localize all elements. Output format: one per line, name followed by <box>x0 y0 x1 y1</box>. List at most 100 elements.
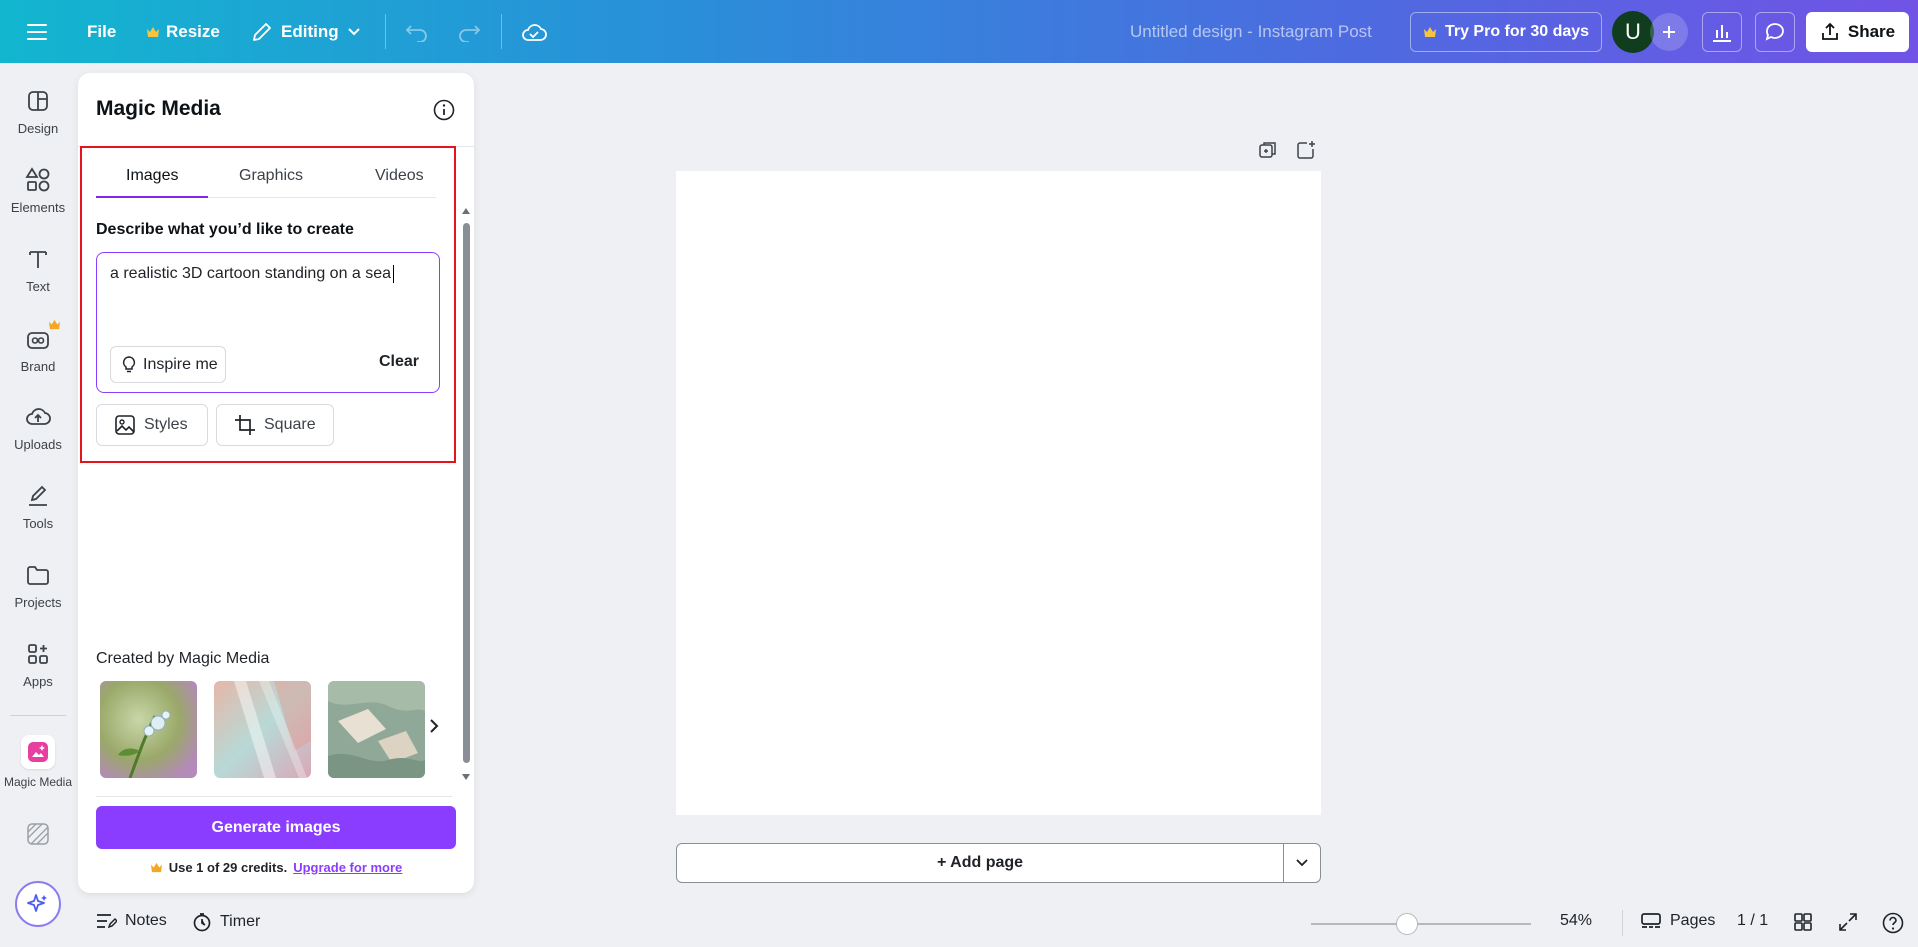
sparkle-icon <box>27 894 47 912</box>
scroll-up-arrow-icon <box>462 208 470 214</box>
sidebar-label: Tools <box>22 516 54 531</box>
magic-assistant-button[interactable] <box>15 881 61 927</box>
grid-view-icon <box>1794 913 1812 931</box>
created-section-label: Created by Magic Media <box>96 650 270 667</box>
example-thumbnail[interactable] <box>328 681 425 778</box>
sidebar-divider <box>10 715 66 716</box>
sidebar-item-uploads[interactable]: Uploads <box>0 403 76 452</box>
info-button[interactable] <box>433 99 455 121</box>
sidebar-label: Magic Media <box>3 775 73 789</box>
zoom-label: 54% <box>1560 912 1593 929</box>
example-thumbnail[interactable] <box>214 681 311 778</box>
sidebar-label: Apps <box>23 674 53 689</box>
toolbar-divider <box>385 14 386 49</box>
resize-label: Resize <box>166 21 220 41</box>
page-counter[interactable]: 1 / 1 <box>1737 912 1768 930</box>
example-thumbnail[interactable] <box>100 681 197 778</box>
apps-grid-icon <box>24 640 52 668</box>
invite-button[interactable] <box>1650 13 1688 51</box>
zoom-level[interactable]: 54% <box>1560 912 1592 930</box>
sidebar-label: Text <box>26 279 50 294</box>
brand-icon <box>24 319 60 353</box>
timer-button[interactable]: Timer <box>192 912 260 932</box>
sidebar-label: Uploads <box>14 437 62 452</box>
top-toolbar: File Resize Editing Untitled design - In… <box>0 0 1918 63</box>
zoom-slider-handle[interactable] <box>1396 913 1418 935</box>
text-icon <box>24 245 52 273</box>
shapes-icon <box>24 166 52 194</box>
sidebar-item-apps[interactable]: Apps <box>0 640 76 689</box>
sidebar-item-elements[interactable]: Elements <box>0 166 76 215</box>
redo-button[interactable] <box>457 0 481 63</box>
pencil-icon <box>253 22 271 41</box>
magic-media-panel: Magic Media Images Graphics Videos Descr… <box>78 73 474 893</box>
try-pro-label: Try Pro for 30 days <box>1444 23 1590 40</box>
marble-stones-image <box>328 681 425 778</box>
avatar-initial: U <box>1625 19 1641 44</box>
timer-label: Timer <box>220 913 261 930</box>
zoom-slider-track[interactable] <box>1311 923 1531 925</box>
save-status-button[interactable] <box>521 0 547 63</box>
grid-view-button[interactable] <box>1793 912 1813 932</box>
undo-button[interactable] <box>405 0 429 63</box>
crown-icon <box>147 26 159 37</box>
sidebar-item-design[interactable]: Design <box>0 87 76 136</box>
credits-info: Use 1 of 29 credits. Upgrade for more <box>78 860 474 875</box>
credits-text: Use 1 of 29 credits. <box>168 860 288 875</box>
timer-icon <box>193 913 211 932</box>
try-pro-button[interactable]: Try Pro for 30 days <box>1410 12 1602 52</box>
carousel-next-button[interactable] <box>428 718 440 734</box>
notes-icon <box>97 914 117 929</box>
sidebar-label: Projects <box>14 595 62 610</box>
document-title[interactable]: Untitled design - Instagram Post <box>1130 0 1372 63</box>
cloud-check-icon <box>522 23 547 41</box>
editing-mode-button[interactable]: Editing <box>251 0 361 63</box>
duplicate-icon <box>1259 142 1276 158</box>
sidebar-item-text[interactable]: Text <box>0 245 76 294</box>
add-page-dropdown[interactable] <box>1283 843 1321 883</box>
cloud-upload-icon <box>24 403 52 431</box>
magic-media-icon <box>21 735 55 769</box>
notes-button[interactable]: Notes <box>95 912 167 930</box>
left-sidebar: Design Elements Text Brand Uploads Tools… <box>0 63 76 947</box>
fullscreen-button[interactable] <box>1838 912 1858 932</box>
crown-icon <box>150 862 162 873</box>
sidebar-item-tools[interactable]: Tools <box>0 482 76 531</box>
upgrade-link[interactable]: Upgrade for more <box>293 860 402 875</box>
help-icon <box>1882 912 1904 934</box>
user-avatar[interactable]: U <box>1612 11 1654 53</box>
redo-icon <box>459 24 481 42</box>
design-canvas[interactable] <box>676 171 1321 815</box>
resize-button[interactable]: Resize <box>146 0 220 63</box>
insights-button[interactable] <box>1702 12 1742 52</box>
pages-button[interactable]: Pages <box>1640 912 1715 930</box>
sidebar-item-background[interactable] <box>0 820 76 848</box>
draw-icon <box>24 482 52 510</box>
scrollbar-thumb[interactable] <box>463 223 470 763</box>
folder-icon <box>24 561 52 589</box>
crown-icon <box>49 319 60 330</box>
pattern-icon <box>24 820 52 848</box>
editing-label: Editing <box>281 21 339 41</box>
share-button[interactable]: Share <box>1806 12 1909 52</box>
crown-icon <box>1423 27 1436 37</box>
comments-button[interactable] <box>1755 12 1795 52</box>
sidebar-item-brand[interactable]: Brand <box>0 319 76 374</box>
duplicate-page-button[interactable] <box>1258 140 1278 160</box>
sidebar-label: Design <box>17 121 59 136</box>
panel-scrollbar[interactable] <box>462 207 470 783</box>
generate-images-button[interactable]: Generate images <box>96 806 456 849</box>
sidebar-label: Elements <box>10 200 66 215</box>
add-page-icon-button[interactable] <box>1296 140 1316 160</box>
sidebar-item-magic-media[interactable]: Magic Media <box>0 735 76 789</box>
add-page-button[interactable]: + Add page <box>676 843 1284 883</box>
scroll-down-arrow-icon <box>462 774 470 780</box>
sidebar-item-projects[interactable]: Projects <box>0 561 76 610</box>
layout-icon <box>24 87 52 115</box>
fullscreen-icon <box>1839 913 1857 931</box>
dewdrop-flower-image <box>100 681 197 778</box>
help-button[interactable] <box>1882 912 1904 934</box>
menu-button[interactable] <box>26 0 48 63</box>
file-menu-button[interactable]: File <box>87 0 116 63</box>
file-label: File <box>87 21 117 41</box>
